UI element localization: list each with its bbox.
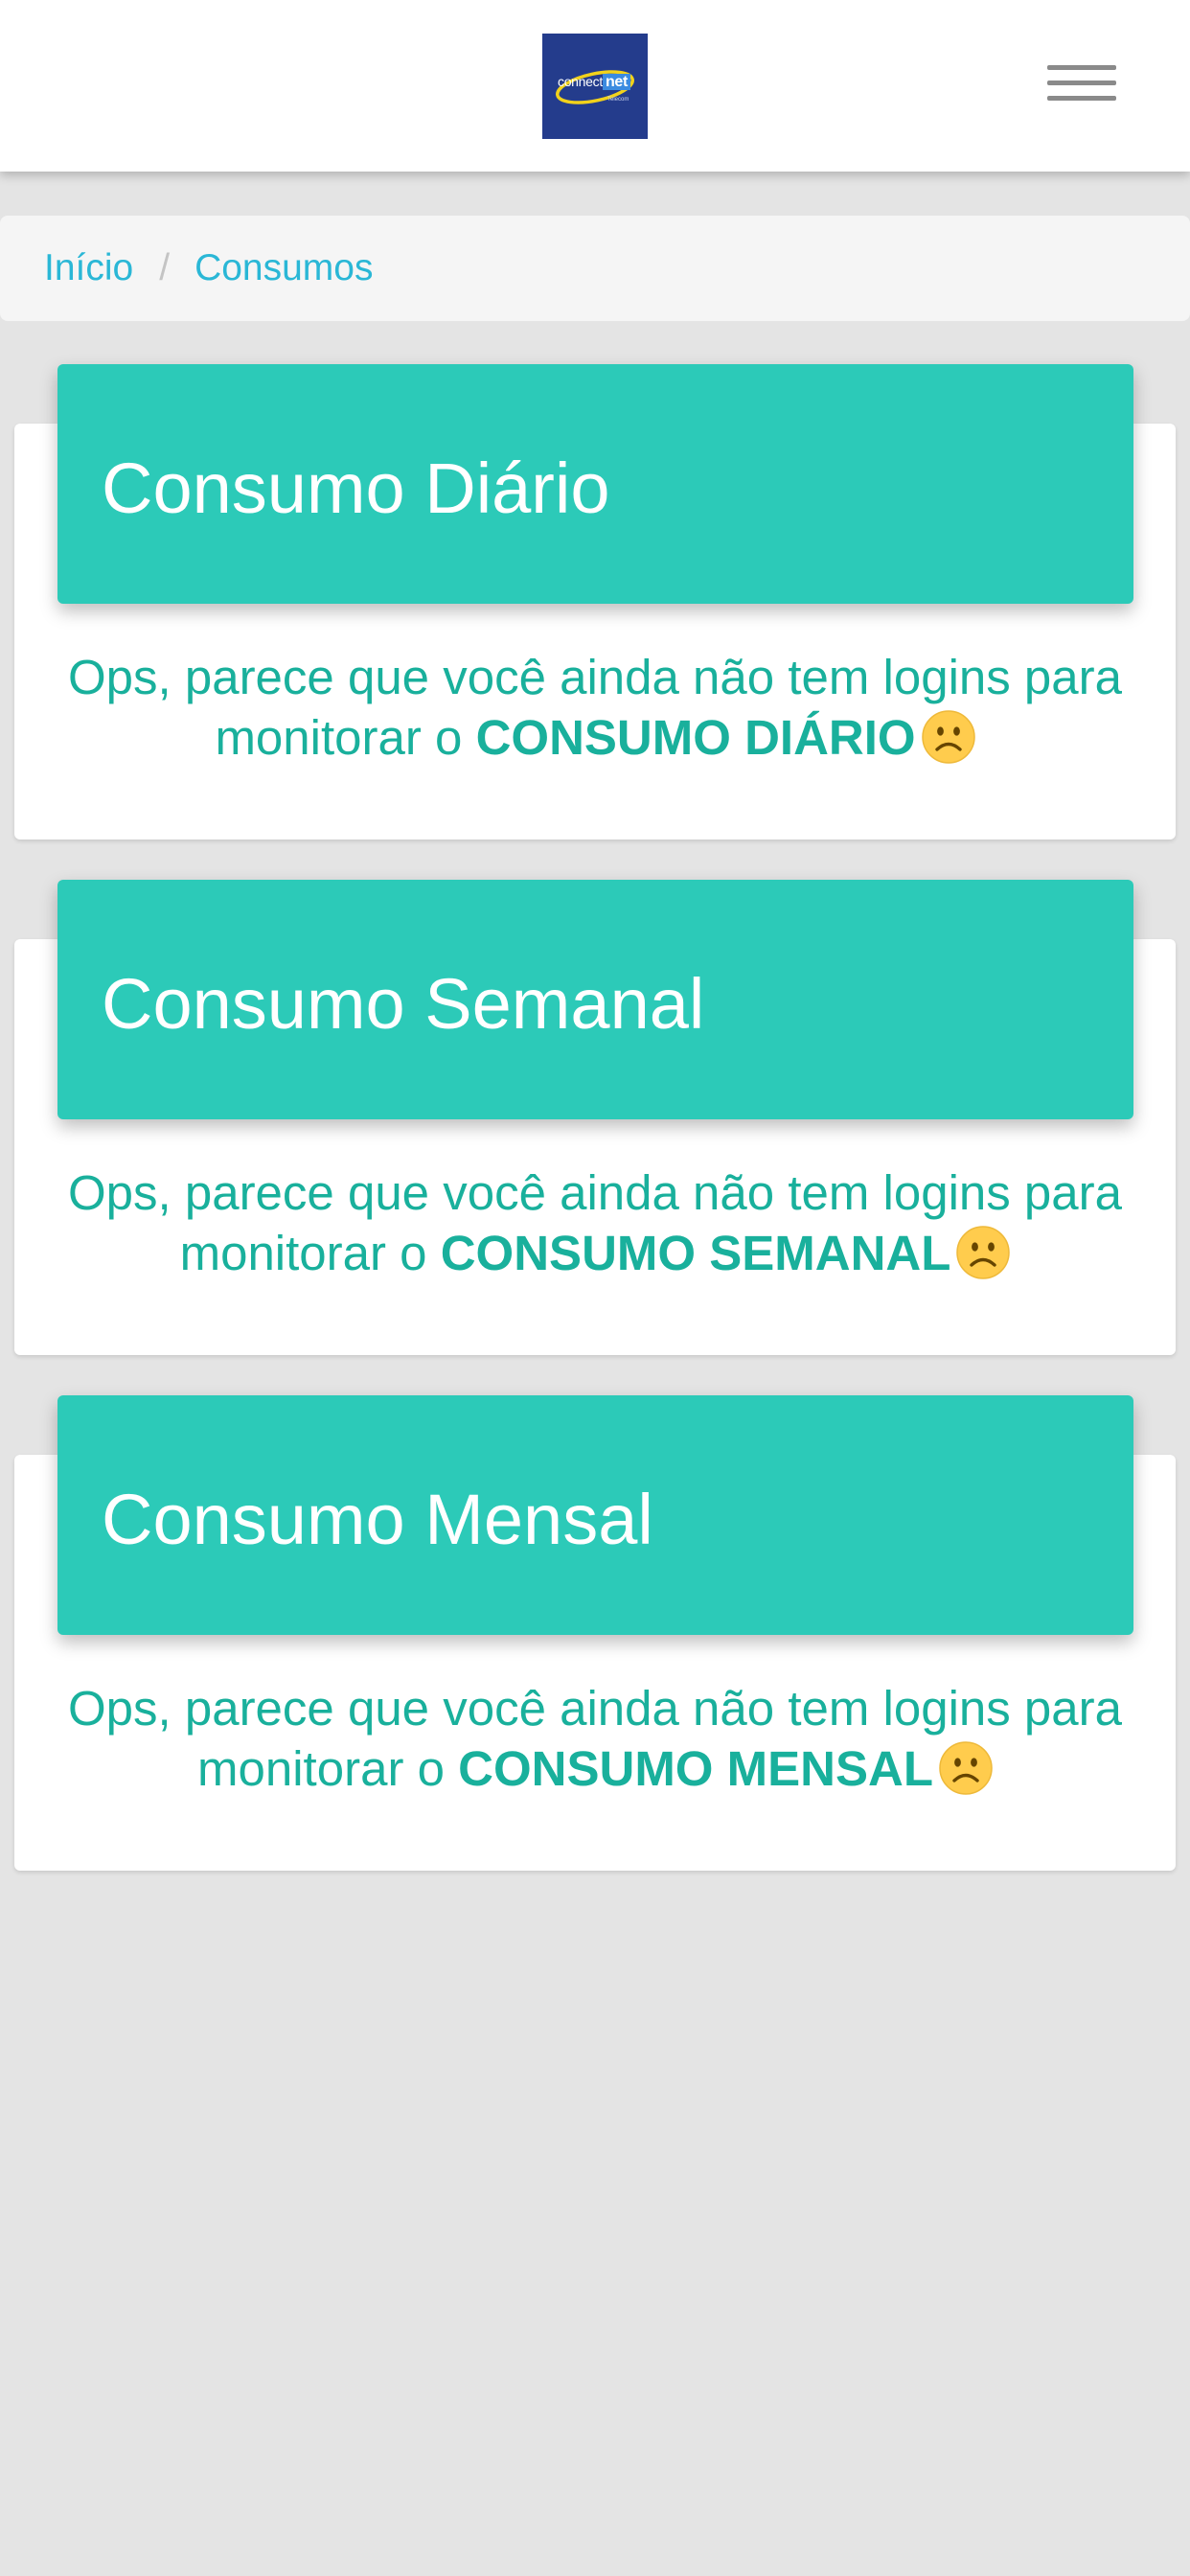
card-empty-message: Ops, parece que você ainda não tem login… [14, 1678, 1176, 1799]
sad-face-icon [956, 1226, 1011, 1279]
breadcrumb: Início / Consumos [0, 216, 1190, 321]
breadcrumb-current-link[interactable]: Consumos [195, 247, 373, 289]
card-empty-message: Ops, parece que você ainda não tem login… [14, 1162, 1176, 1283]
message-line1: Ops, parece que você ainda não tem login… [67, 1165, 1123, 1220]
message-bold: CONSUMO DIÁRIO [475, 710, 916, 765]
message-prefix: monitorar o [215, 710, 463, 765]
card-title: Consumo Mensal [102, 1480, 653, 1559]
message-bold: CONSUMO MENSAL [458, 1741, 933, 1796]
sad-face-icon [921, 710, 975, 764]
card-header: Consumo Diário [57, 364, 1133, 604]
hamburger-line [1047, 65, 1116, 70]
logo-wordmark: connect net [558, 74, 631, 91]
top-navbar: connect net Telecom [0, 0, 1190, 172]
message-prefix: monitorar o [197, 1741, 445, 1796]
sad-face-icon [939, 1741, 993, 1795]
message-line1: Ops, parece que você ainda não tem login… [67, 650, 1123, 704]
hamburger-line [1047, 80, 1116, 85]
card-title: Consumo Semanal [102, 964, 705, 1044]
weekly-consumption-card: Consumo Semanal Ops, parece que você ain… [14, 880, 1176, 1355]
logo-subtitle: Telecom [607, 97, 629, 103]
daily-consumption-card: Consumo Diário Ops, parece que você aind… [14, 364, 1176, 840]
message-prefix: monitorar o [179, 1226, 427, 1280]
hamburger-menu-button[interactable] [1040, 59, 1116, 113]
hamburger-line [1047, 96, 1116, 101]
monthly-consumption-card: Consumo Mensal Ops, parece que você aind… [14, 1395, 1176, 1871]
breadcrumb-home-link[interactable]: Início [44, 247, 133, 289]
card-header: Consumo Mensal [57, 1395, 1133, 1635]
card-title: Consumo Diário [102, 448, 610, 528]
breadcrumb-separator: / [159, 247, 171, 288]
message-bold: CONSUMO SEMANAL [440, 1226, 951, 1280]
card-header: Consumo Semanal [57, 880, 1133, 1119]
message-line1: Ops, parece que você ainda não tem login… [67, 1681, 1123, 1736]
card-empty-message: Ops, parece que você ainda não tem login… [14, 647, 1176, 768]
connectnet-logo[interactable]: connect net Telecom [542, 34, 648, 139]
